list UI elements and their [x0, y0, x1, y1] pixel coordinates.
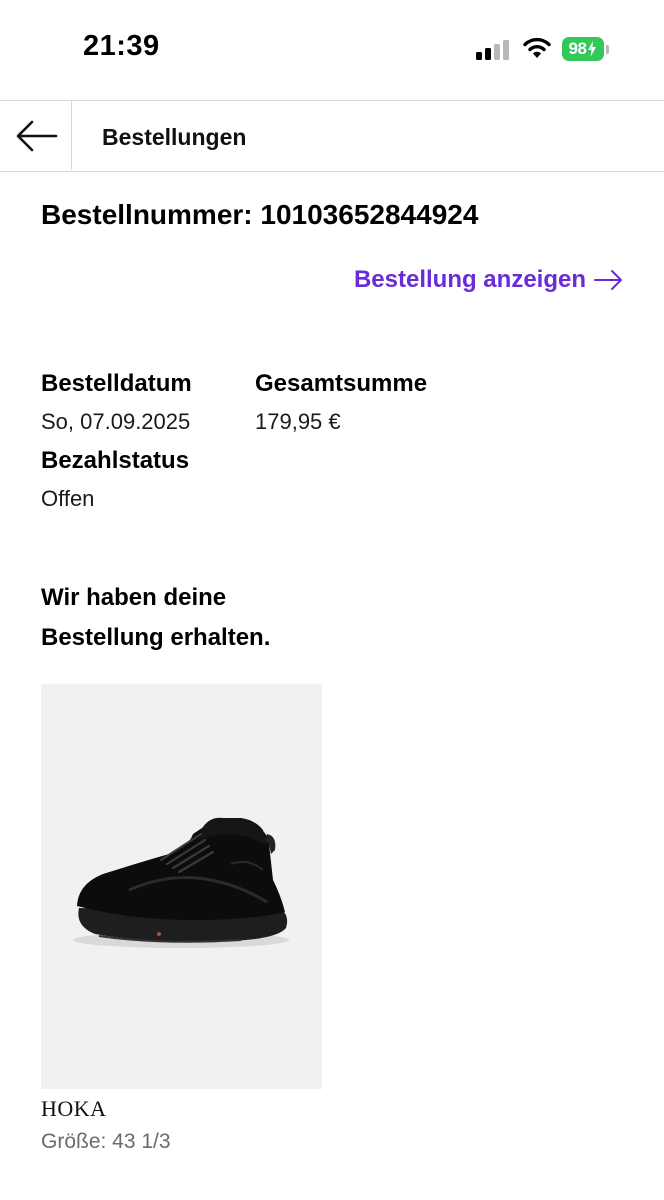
product-brand: HOKA	[41, 1096, 107, 1121]
battery-level: 98	[568, 39, 587, 58]
nav-bar: Bestellungen	[0, 100, 664, 172]
payment-status-value: Offen	[41, 486, 95, 511]
order-number: Bestellnummer: 10103652844924	[41, 199, 479, 230]
order-received-message: Wir haben deine Bestellung erhalten.	[41, 584, 271, 651]
signal-bar	[485, 48, 491, 60]
product-card[interactable]	[41, 684, 322, 1089]
status-time: 21:39	[83, 30, 160, 62]
wifi-icon	[523, 36, 551, 60]
battery-nub	[606, 45, 609, 54]
order-date-label: Bestelldatum	[41, 370, 192, 397]
signal-bar	[494, 44, 500, 60]
product-image	[41, 684, 322, 1089]
view-order-link[interactable]: Bestellung anzeigen	[354, 266, 624, 294]
cellular-signal-icon	[476, 38, 510, 60]
signal-bar	[476, 52, 482, 60]
arrow-right-icon	[594, 270, 622, 290]
signal-bar	[503, 40, 509, 60]
order-date-value: So, 07.09.2025	[41, 409, 191, 434]
payment-status-label: Bezahlstatus	[41, 447, 190, 474]
view-order-label: Bestellung anzeigen	[353, 266, 586, 293]
arrow-left-icon	[16, 120, 57, 151]
order-total-label: Gesamtsumme	[255, 370, 428, 397]
back-button[interactable]	[0, 101, 72, 170]
order-total-value: 179,95 €	[255, 409, 341, 434]
page-title: Bestellungen	[102, 124, 247, 150]
battery-charging-icon: 98	[562, 37, 604, 61]
status-bar: 21:39 98	[0, 0, 664, 100]
product-size: Größe: 43 1/3	[41, 1130, 171, 1153]
